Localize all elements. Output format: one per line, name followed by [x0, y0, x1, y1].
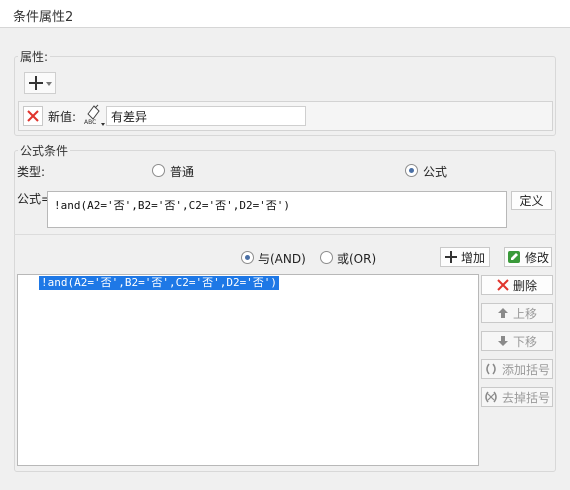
- move-up-label: 上移: [512, 306, 537, 321]
- plus-icon: [444, 251, 457, 263]
- modify-condition-button[interactable]: 修改: [504, 247, 552, 267]
- type-option-formula[interactable]: 公式: [405, 163, 465, 179]
- close-icon: [497, 279, 509, 291]
- delete-condition-button[interactable]: 删除: [481, 275, 553, 295]
- arrow-down-icon: [497, 336, 508, 346]
- close-icon: [27, 110, 39, 122]
- remove-bracket-icon: [485, 391, 497, 403]
- remove-bracket-label: 去掉括号: [501, 390, 550, 405]
- properties-legend: 属性:: [18, 48, 51, 65]
- value-type-button[interactable]: ABC: [82, 104, 106, 128]
- svg-text:ABC: ABC: [84, 119, 96, 126]
- radio-normal[interactable]: [152, 164, 165, 177]
- formula-input[interactable]: !and(A2='否',B2='否',C2='否',D2='否'): [47, 191, 507, 228]
- radio-or[interactable]: [320, 251, 333, 264]
- logic-option-or-label: 或(OR): [337, 252, 377, 266]
- formula-condition-legend: 公式条件: [18, 142, 71, 159]
- radio-and[interactable]: [241, 251, 254, 264]
- new-value-input[interactable]: [106, 106, 306, 126]
- move-down-button[interactable]: 下移: [481, 331, 553, 351]
- condition-list-item[interactable]: !and(A2='否',B2='否',C2='否',D2='否'): [39, 276, 280, 290]
- type-option-normal[interactable]: 普通: [152, 163, 212, 179]
- type-option-formula-label: 公式: [423, 165, 448, 179]
- window-title: 条件属性2: [13, 10, 74, 25]
- type-option-normal-label: 普通: [170, 165, 195, 179]
- define-button[interactable]: 定义: [511, 191, 552, 210]
- logic-option-and[interactable]: 与(AND): [241, 250, 311, 266]
- modify-condition-label: 修改: [524, 250, 549, 265]
- define-button-label: 定义: [519, 194, 544, 208]
- move-down-label: 下移: [512, 334, 537, 349]
- text-type-icon: ABC: [84, 104, 105, 126]
- formula-label: 公式=: [17, 192, 52, 206]
- logic-option-and-label: 与(AND): [258, 252, 306, 266]
- remove-property-button[interactable]: [23, 106, 43, 126]
- title-bar: 条件属性2: [0, 0, 570, 28]
- condition-list[interactable]: [17, 274, 479, 466]
- new-value-label: 新值:: [48, 110, 77, 124]
- chevron-down-icon: [46, 82, 52, 86]
- type-label: 类型:: [17, 165, 46, 179]
- divider: [14, 234, 556, 235]
- add-bracket-button[interactable]: 添加括号: [481, 359, 553, 379]
- logic-option-or[interactable]: 或(OR): [320, 250, 380, 266]
- bracket-icon: [486, 363, 496, 375]
- add-condition-label: 增加: [460, 250, 485, 265]
- add-condition-button[interactable]: 增加: [440, 247, 490, 267]
- arrow-up-icon: [497, 308, 508, 318]
- radio-formula[interactable]: [405, 164, 418, 177]
- remove-bracket-button[interactable]: 去掉括号: [481, 387, 553, 407]
- delete-condition-label: 删除: [512, 278, 537, 293]
- edit-icon: [507, 251, 520, 263]
- plus-icon: [29, 76, 43, 90]
- add-bracket-label: 添加括号: [501, 362, 550, 377]
- move-up-button[interactable]: 上移: [481, 303, 553, 323]
- add-property-dropdown-button[interactable]: [24, 72, 56, 94]
